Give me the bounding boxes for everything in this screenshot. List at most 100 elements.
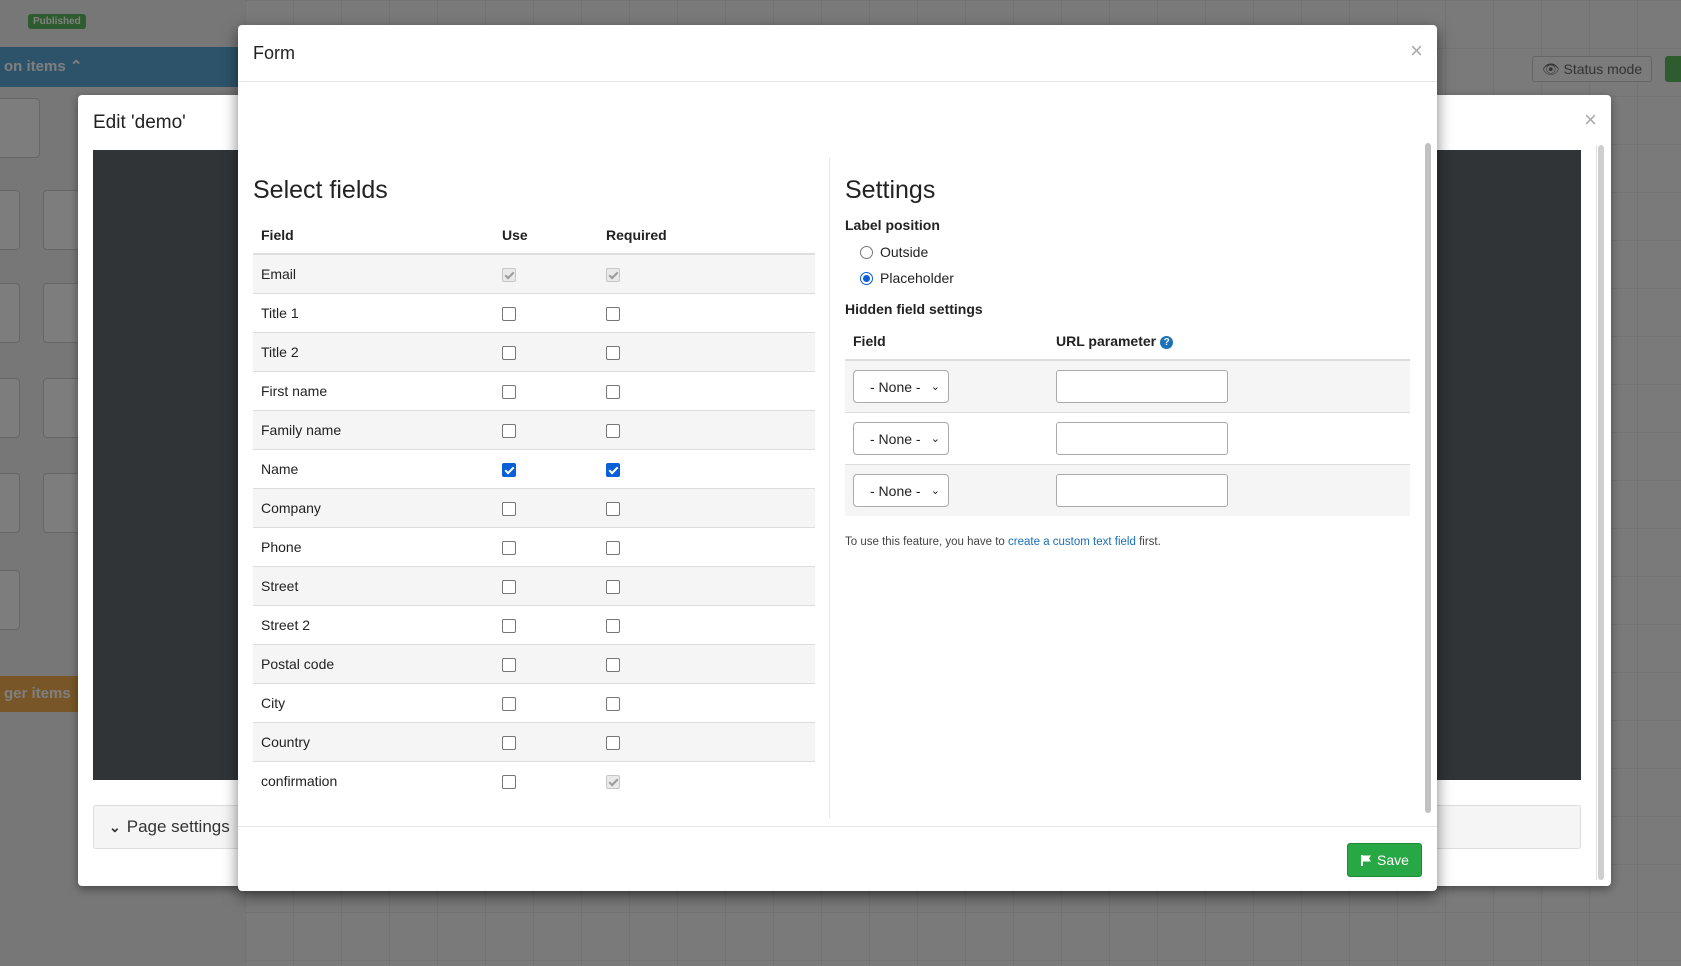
form-modal-footer: Save [238, 826, 1437, 891]
use-checkbox[interactable] [502, 502, 516, 517]
form-modal-header: Form × [238, 25, 1437, 82]
use-checkbox[interactable] [502, 697, 516, 712]
label-position-label: Label position [845, 217, 940, 233]
field-name: Family name [253, 410, 494, 450]
table-row: Postal code [253, 644, 815, 684]
table-row: - None - ⌄ [845, 412, 1410, 465]
hidden-fields-table: Field URL parameter? - None - ⌄ - None - ⌄ -… [845, 323, 1410, 516]
field-name: Street 2 [253, 605, 494, 645]
form-modal-close-icon[interactable]: × [1410, 38, 1423, 64]
edit-modal-close-icon[interactable]: × [1584, 107, 1597, 133]
required-checkbox[interactable] [606, 463, 620, 478]
label-position-option[interactable]: Outside [845, 239, 1410, 265]
use-checkbox[interactable] [502, 307, 516, 322]
column-divider [829, 158, 830, 818]
form-modal-title: Form [253, 43, 295, 63]
field-name: Title 2 [253, 332, 494, 372]
radio-label: Outside [880, 244, 929, 260]
hidden-field-settings-label: Hidden field settings [845, 301, 983, 317]
required-checkbox[interactable] [606, 346, 620, 361]
chevron-down-icon: ⌄ [930, 381, 940, 393]
table-row: Name [253, 449, 815, 489]
use-checkbox[interactable] [502, 658, 516, 673]
edit-modal-scrollbar[interactable] [1596, 145, 1605, 880]
use-checkbox[interactable] [502, 736, 516, 751]
use-checkbox[interactable] [502, 580, 516, 595]
column-header-required: Required [598, 217, 815, 255]
select-fields-table: Field Use Required Email Title 1 Title 2 Fi… [253, 217, 815, 800]
required-checkbox [606, 268, 620, 283]
required-checkbox[interactable] [606, 307, 620, 322]
required-checkbox[interactable] [606, 697, 620, 712]
page-settings-label: Page settings [126, 817, 230, 836]
hidden-field-select[interactable]: - None - ⌄ [853, 422, 949, 455]
required-checkbox[interactable] [606, 541, 620, 556]
chevron-down-icon: ⌄ [930, 433, 940, 445]
required-checkbox[interactable] [606, 658, 620, 673]
field-name: Street [253, 566, 494, 606]
form-modal: Form × Select fields Field Use Required … [238, 25, 1437, 891]
hidden-field-select[interactable]: - None - ⌄ [853, 474, 949, 507]
radio-button[interactable] [860, 245, 873, 259]
save-button[interactable]: Save [1347, 843, 1422, 877]
required-checkbox[interactable] [606, 736, 620, 751]
select-fields-heading: Select fields [253, 176, 388, 204]
url-parameter-input[interactable] [1056, 422, 1228, 455]
label-position-option[interactable]: Placeholder [845, 265, 1410, 291]
use-checkbox[interactable] [502, 775, 516, 790]
table-row: Title 2 [253, 332, 815, 372]
field-name: First name [253, 371, 494, 411]
field-name: Email [253, 253, 494, 294]
table-row: Phone [253, 527, 815, 567]
required-checkbox[interactable] [606, 619, 620, 634]
use-checkbox[interactable] [502, 385, 516, 400]
form-modal-scrollbar[interactable] [1424, 143, 1432, 813]
hidden-field-select[interactable]: - None - ⌄ [853, 370, 949, 403]
field-name: Phone [253, 527, 494, 567]
save-button-label: Save [1377, 852, 1409, 868]
use-checkbox[interactable] [502, 346, 516, 361]
table-row: Street [253, 566, 815, 606]
field-name: Name [253, 449, 494, 489]
create-custom-text-field-link[interactable]: create a custom text field [1008, 536, 1136, 548]
field-name: Company [253, 488, 494, 528]
table-row: - None - ⌄ [845, 464, 1410, 516]
column-header-use: Use [494, 217, 598, 255]
table-row: Country [253, 722, 815, 762]
table-row: Company [253, 488, 815, 528]
edit-modal-title: Edit 'demo' [93, 112, 186, 133]
use-checkbox[interactable] [502, 424, 516, 439]
table-row: Street 2 [253, 605, 815, 645]
select-fields-section: Select fields Field Use Required Email Ti… [253, 175, 815, 800]
use-checkbox[interactable] [502, 463, 516, 478]
column-header-field: Field [253, 217, 494, 255]
radio-button[interactable] [860, 271, 873, 285]
label-position-radio-group: Outside Placeholder [845, 239, 1410, 291]
url-parameter-input[interactable] [1056, 474, 1228, 507]
field-name: Postal code [253, 644, 494, 684]
table-row: - None - ⌄ [845, 359, 1410, 413]
table-row: confirmation [253, 761, 815, 800]
use-checkbox[interactable] [502, 541, 516, 556]
required-checkbox[interactable] [606, 502, 620, 517]
help-icon[interactable]: ? [1160, 336, 1174, 349]
field-name: City [253, 683, 494, 723]
settings-heading: Settings [845, 176, 936, 204]
use-checkbox[interactable] [502, 619, 516, 634]
required-checkbox [606, 775, 620, 790]
table-row: Title 1 [253, 293, 815, 333]
required-checkbox[interactable] [606, 385, 620, 400]
field-name: confirmation [253, 761, 494, 800]
chevron-down-icon: ⌄ [109, 819, 121, 835]
hidden-column-url: URL parameter? [1048, 323, 1410, 361]
field-name: Title 1 [253, 293, 494, 333]
required-checkbox[interactable] [606, 424, 620, 439]
table-row: First name [253, 371, 815, 411]
field-name: Country [253, 722, 494, 762]
flag-icon [1361, 854, 1372, 866]
hidden-column-field: Field [845, 323, 1048, 361]
required-checkbox[interactable] [606, 580, 620, 595]
table-row: Email [253, 253, 815, 294]
settings-section: Settings Label position Outside Placehold… [845, 175, 1410, 548]
url-parameter-input[interactable] [1056, 370, 1228, 403]
